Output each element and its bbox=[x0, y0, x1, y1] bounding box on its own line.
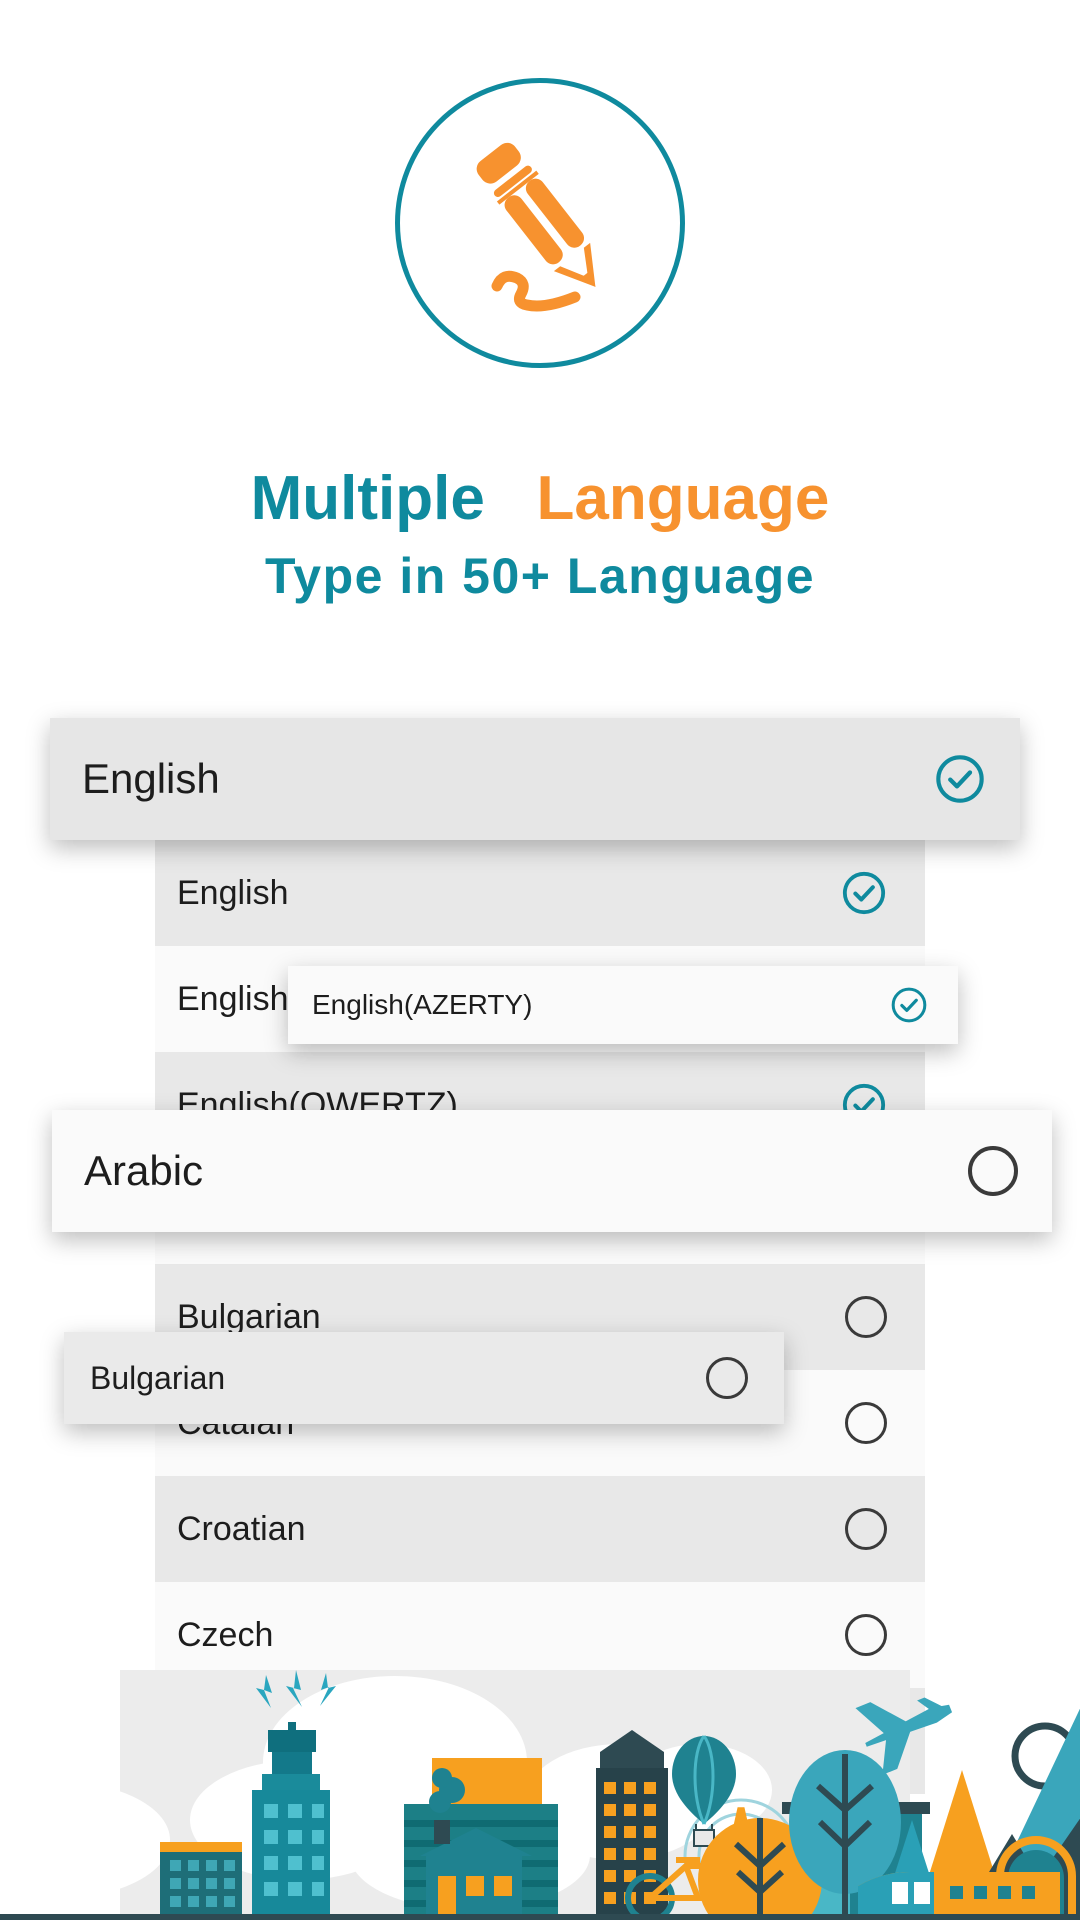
check-icon[interactable] bbox=[934, 753, 986, 805]
title-part-language: Language bbox=[536, 464, 830, 533]
page-title: Multiple Language bbox=[0, 466, 1080, 531]
page-subtitle: Type in 50+ Language bbox=[264, 548, 816, 605]
language-label: Czech bbox=[177, 1615, 274, 1654]
language-selection-screen: Multiple Language Type in 50+ Language E… bbox=[0, 0, 1080, 1920]
language-label: Croatian bbox=[177, 1509, 306, 1548]
floating-card-arabic[interactable]: Arabic bbox=[52, 1110, 1052, 1232]
language-label: English(AZERTY) bbox=[312, 989, 533, 1020]
list-item[interactable]: Croatian bbox=[155, 1476, 925, 1582]
radio-icon[interactable] bbox=[845, 1614, 887, 1656]
logo-circle bbox=[395, 78, 685, 368]
radio-icon[interactable] bbox=[845, 1402, 887, 1444]
radio-icon[interactable] bbox=[706, 1357, 748, 1399]
pencil-icon bbox=[445, 128, 635, 318]
train-icon bbox=[858, 1872, 1060, 1920]
floating-card-english[interactable]: English bbox=[50, 718, 1020, 840]
radio-icon[interactable] bbox=[845, 1296, 887, 1338]
title-part-multiple: Multiple bbox=[250, 464, 485, 533]
language-label: Bulgarian bbox=[177, 1297, 321, 1336]
radio-icon[interactable] bbox=[845, 1508, 887, 1550]
list-item[interactable]: English bbox=[155, 840, 925, 946]
city-skyline-illustration bbox=[0, 1670, 1080, 1920]
check-icon[interactable] bbox=[841, 870, 887, 916]
language-label: English bbox=[82, 755, 220, 802]
radio-icon[interactable] bbox=[968, 1146, 1018, 1196]
title-block: Multiple Language Type in 50+ Language bbox=[0, 466, 1080, 605]
logo-area bbox=[0, 78, 1080, 368]
check-icon[interactable] bbox=[890, 986, 928, 1024]
language-label: Bulgarian bbox=[90, 1359, 226, 1396]
floating-card-bulgarian[interactable]: Bulgarian bbox=[64, 1332, 784, 1424]
language-label: Arabic bbox=[84, 1147, 204, 1194]
floating-card-english-azerty[interactable]: English(AZERTY) bbox=[288, 966, 958, 1044]
language-label: English bbox=[177, 873, 289, 912]
